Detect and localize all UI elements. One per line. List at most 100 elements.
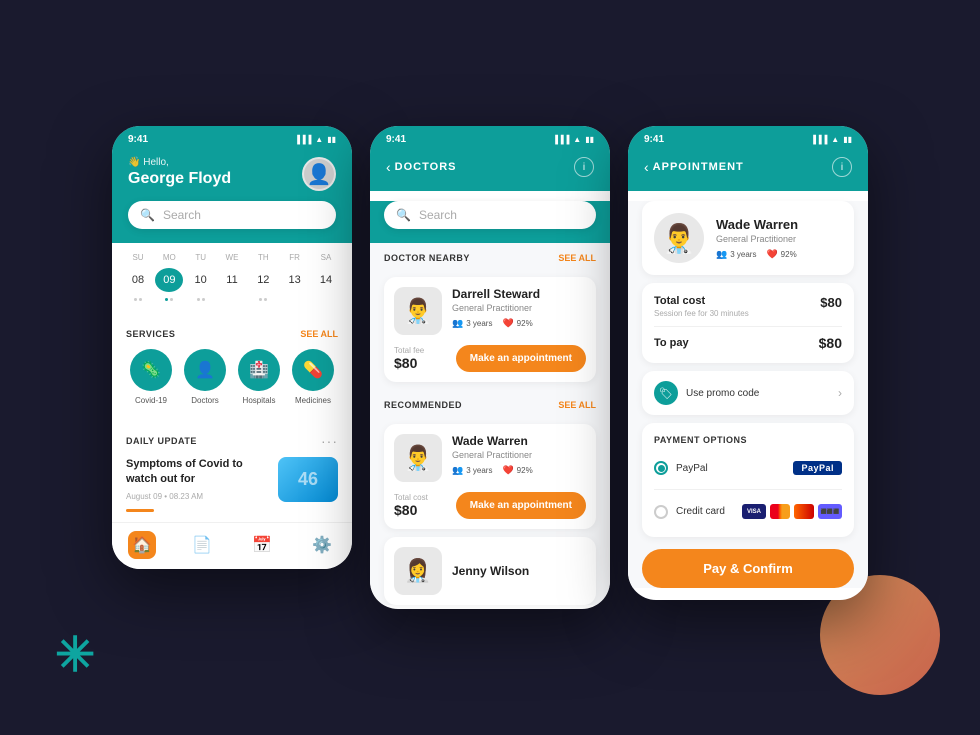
- service-hospitals[interactable]: 🏥 Hospitals: [238, 349, 280, 405]
- promo-row[interactable]: 🏷 Use promo code ›: [642, 371, 854, 415]
- nearby-see-all[interactable]: SEE ALL: [558, 253, 596, 263]
- pay-confirm-button[interactable]: Pay & Confirm: [642, 549, 854, 588]
- home-header: 👋 Hello, George Floyd 👤 🔍 Search: [112, 149, 352, 243]
- promo-text: Use promo code: [686, 388, 759, 399]
- credit-radio[interactable]: [654, 505, 668, 519]
- back-button-appt[interactable]: ‹ APPOINTMENT: [644, 159, 744, 175]
- search-placeholder: Search: [163, 208, 201, 222]
- appt-doctor-specialty: General Practitioner: [716, 234, 798, 244]
- service-medicines[interactable]: 💊 Medicines: [292, 349, 334, 405]
- wifi-icon-2: ▲: [573, 135, 581, 144]
- doctor-card-1: 👨‍⚕️ Darrell Steward General Practitione…: [384, 277, 596, 382]
- services-header: SERVICES SEE ALL: [112, 319, 352, 345]
- calendar-nav-icon[interactable]: 📅: [248, 531, 276, 559]
- news-title: Symptoms of Covid to watch out for: [126, 457, 268, 488]
- medicines-icon: 💊: [292, 349, 334, 391]
- news-card[interactable]: Symptoms of Covid to watch out for Augus…: [126, 457, 338, 512]
- jenny-name: Jenny Wilson: [452, 564, 529, 578]
- battery-icon: ▮▮: [327, 135, 336, 144]
- cal-date-08[interactable]: 08: [124, 268, 152, 292]
- paypal-radio[interactable]: [654, 461, 668, 475]
- cal-day-th: TH: [249, 253, 277, 262]
- fee-amount-1: $80: [394, 355, 424, 371]
- reports-nav-icon[interactable]: 📄: [188, 531, 216, 559]
- appointment-button-1[interactable]: Make an appointment: [456, 345, 586, 372]
- back-button[interactable]: ‹ DOCTORS: [386, 159, 456, 175]
- credit-card-option[interactable]: Credit card VISA ⬛⬛⬛: [654, 498, 842, 525]
- topay-amount: $80: [819, 335, 842, 351]
- covid-label: Covid-19: [135, 396, 167, 405]
- back-arrow-icon: ‹: [386, 159, 391, 175]
- bottom-nav: 🏠 📄 📅 ⚙️: [112, 522, 352, 569]
- signal-icon-3: ▐▐▐: [810, 135, 827, 144]
- search-icon-2: 🔍: [396, 208, 411, 222]
- doctors-label: Doctors: [191, 396, 219, 405]
- asterisk-decoration: ✳: [55, 632, 95, 680]
- recommended-see-all[interactable]: SEE ALL: [558, 400, 596, 410]
- status-time-2: 9:41: [386, 134, 406, 145]
- appt-doctor-years: 3 years: [730, 250, 756, 259]
- status-icons-1: ▐▐▐ ▲ ▮▮: [294, 135, 336, 144]
- wifi-icon-3: ▲: [831, 135, 839, 144]
- doctor-years-2: 3 years: [466, 466, 492, 475]
- info-button[interactable]: i: [574, 157, 594, 177]
- info-button-appt[interactable]: i: [832, 157, 852, 177]
- status-bar-3: 9:41 ▐▐▐ ▲ ▮▮: [628, 126, 868, 149]
- covid-icon: 🦠: [130, 349, 172, 391]
- orange-bar: [126, 509, 154, 512]
- nearby-header: DOCTOR NEARBY SEE ALL: [370, 243, 610, 269]
- hospitals-icon: 🏥: [238, 349, 280, 391]
- services-title: SERVICES: [126, 329, 175, 339]
- doctor-avatar-1: 👨‍⚕️: [394, 287, 442, 335]
- cal-day-sa: SA: [312, 253, 340, 262]
- services-see-all[interactable]: SEE ALL: [300, 329, 338, 339]
- paypal-label: PayPal: [676, 463, 708, 474]
- cal-day-mo: MO: [155, 253, 183, 262]
- phone-appointment: 9:41 ▐▐▐ ▲ ▮▮ ‹ APPOINTMENT i 👨‍⚕️: [628, 126, 868, 600]
- doctor-avatar-2: 👨‍⚕️: [394, 434, 442, 482]
- appointment-body: 👨‍⚕️ Wade Warren General Practitioner 👥 …: [628, 201, 868, 588]
- search-placeholder-2: Search: [419, 208, 457, 222]
- search-bar-doctors[interactable]: 🔍 Search: [384, 201, 596, 229]
- cal-date-10[interactable]: 10: [187, 268, 215, 292]
- appointment-button-2[interactable]: Make an appointment: [456, 492, 586, 519]
- more-options-icon[interactable]: ···: [321, 433, 338, 449]
- wifi-icon: ▲: [315, 135, 323, 144]
- fee-label-1: Total fee: [394, 346, 424, 355]
- cal-date-09[interactable]: 09: [155, 268, 183, 292]
- nearby-title: DOCTOR NEARBY: [384, 253, 470, 263]
- jenny-card-preview[interactable]: 👩‍⚕️ Jenny Wilson: [384, 537, 596, 605]
- doctor-name-2: Wade Warren: [452, 434, 586, 448]
- back-title: DOCTORS: [395, 161, 457, 173]
- home-nav-icon[interactable]: 🏠: [128, 531, 156, 559]
- doctor-specialty-2: General Practitioner: [452, 450, 586, 460]
- doctor-years-1: 3 years: [466, 319, 492, 328]
- cal-date-12[interactable]: 12: [249, 268, 277, 292]
- fee-amount-2: $80: [394, 502, 428, 518]
- mastercard2-logo: [794, 504, 814, 519]
- status-bar-1: 9:41 ▐▐▐ ▲ ▮▮: [112, 126, 352, 149]
- cal-date-14[interactable]: 14: [312, 268, 340, 292]
- cal-date-11[interactable]: 11: [218, 268, 246, 292]
- news-date: August 09 • 08.23 AM: [126, 492, 268, 501]
- avatar[interactable]: 👤: [302, 157, 336, 191]
- session-label: Session fee for 30 minutes: [654, 309, 749, 318]
- cal-day-tu: TU: [187, 253, 215, 262]
- service-doctors[interactable]: 👤 Doctors: [184, 349, 226, 405]
- status-time-3: 9:41: [644, 134, 664, 145]
- settings-nav-icon[interactable]: ⚙️: [308, 531, 336, 559]
- cal-day-fr: FR: [281, 253, 309, 262]
- paypal-logo: PayPal: [793, 461, 842, 475]
- doctor-card-2: 👨‍⚕️ Wade Warren General Practitioner 👥 …: [384, 424, 596, 529]
- status-icons-3: ▐▐▐ ▲ ▮▮: [810, 135, 852, 144]
- total-cost-label: Total cost: [654, 295, 749, 307]
- paypal-radio-inner: [658, 465, 665, 472]
- service-covid[interactable]: 🦠 Covid-19: [130, 349, 172, 405]
- search-bar-home[interactable]: 🔍 Search: [128, 201, 336, 229]
- divider: [654, 326, 842, 327]
- paypal-option[interactable]: PayPal PayPal: [654, 455, 842, 481]
- battery-icon-2: ▮▮: [585, 135, 594, 144]
- cal-date-13[interactable]: 13: [281, 268, 309, 292]
- topay-label: To pay: [654, 337, 689, 349]
- cal-day-su: SU: [124, 253, 152, 262]
